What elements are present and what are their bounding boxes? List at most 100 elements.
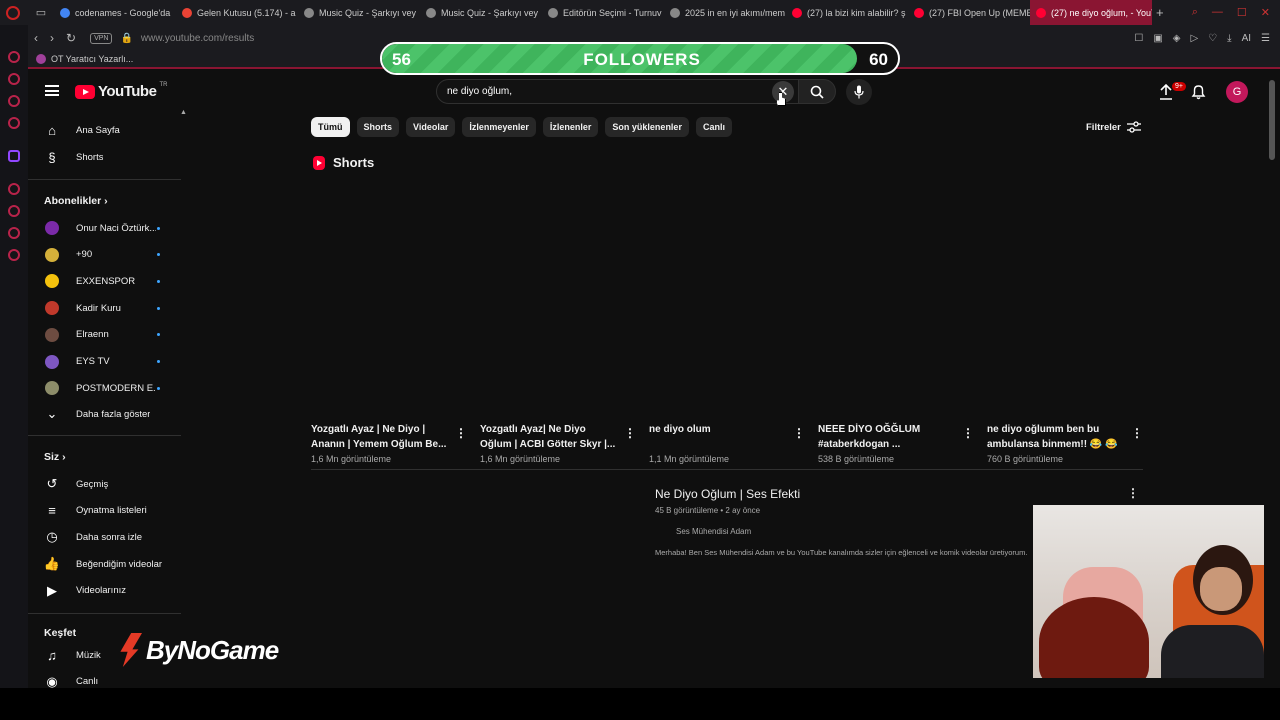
short-more-actions-icon[interactable]: ⋮ [962, 426, 974, 440]
tab-label: Editörün Seçimi - Turnuv [563, 7, 662, 18]
new-content-dot [157, 226, 160, 230]
ai-icon[interactable]: AI [1242, 33, 1251, 44]
twitch-icon[interactable] [8, 150, 20, 162]
guide-item-home[interactable]: ⌂ Ana Sayfa [28, 117, 181, 143]
history-rail-icon[interactable] [8, 205, 20, 217]
show-more-button[interactable]: ⌄ Daha fazla göster [28, 401, 181, 427]
subscription-label: Onur Naci Öztürk... [76, 222, 156, 234]
short-views: 1,6 Mn görüntüleme [480, 454, 561, 464]
guide-item[interactable]: ◉ Canlı [28, 669, 181, 688]
guide-item[interactable]: 👍 Beğendiğim videolar [28, 551, 181, 577]
page-scrollbar[interactable] [1269, 80, 1275, 160]
browser-tab[interactable]: Music Quiz - Şarkıyı vey [298, 0, 420, 25]
subscription-item[interactable]: Kadir Kuru [28, 295, 181, 321]
browser-tab[interactable]: (27) ne diyo oğlum, - YouT [1030, 0, 1152, 25]
browser-tab[interactable]: Music Quiz - Şarkıyı vey [420, 0, 542, 25]
sidebar-app-icon[interactable] [8, 227, 20, 239]
vpn-badge[interactable]: VPN [90, 32, 113, 44]
heart-icon[interactable]: ♡ [1208, 33, 1217, 44]
subscription-item[interactable]: +90 [28, 242, 181, 268]
guide-scroll-up-icon[interactable]: ▲ [180, 109, 187, 116]
opera-logo-icon[interactable] [6, 5, 20, 20]
guide-item[interactable]: ↺ Geçmiş [28, 471, 181, 497]
shorts-logo-icon [313, 155, 325, 170]
close-window-icon[interactable]: ✕ [1261, 6, 1270, 19]
browser-tab[interactable]: Gelen Kutusu (5.174) - a [176, 0, 298, 25]
minimize-icon[interactable]: — [1212, 6, 1223, 19]
account-avatar[interactable]: G [1226, 81, 1248, 103]
menu-icon[interactable]: ☰ [1261, 33, 1270, 44]
short-more-actions-icon[interactable]: ⋮ [624, 426, 636, 440]
browser-tab[interactable]: codenames - Google'da [54, 0, 176, 25]
snapshot-icon[interactable]: ▣ [1153, 33, 1162, 44]
guide-item[interactable]: ▶ Videolarınız [28, 578, 181, 604]
forward-icon[interactable]: › [50, 31, 54, 45]
bookmark-item[interactable]: OT Yaratıcı Yazarlı... [51, 54, 133, 64]
filter-chip[interactable]: İzlenmeyenler [462, 117, 536, 137]
short-card[interactable]: ne diyo olum 1,1 Mn görüntüleme ⋮ [649, 422, 809, 464]
short-card[interactable]: ne diyo oğlumm ben bu ambulansa binmem!!… [987, 422, 1147, 464]
subscriptions-heading[interactable]: Abonelikler › [44, 195, 108, 207]
shield-icon[interactable]: ◈ [1173, 33, 1181, 44]
maximize-icon[interactable]: ☐ [1237, 6, 1247, 19]
video-more-actions-icon[interactable]: ⋮ [1127, 486, 1139, 500]
subscription-item[interactable]: Elraenn [28, 322, 181, 348]
filter-chip[interactable]: Son yüklenenler [605, 117, 689, 137]
filter-chip[interactable]: Canlı [695, 117, 732, 137]
notifications-button[interactable] [1188, 82, 1208, 102]
bookmark-icon[interactable]: ☐ [1134, 33, 1143, 44]
short-title[interactable]: Yozgatlı Ayaz| Ne Diyo Oğlum | ACBI Gött… [480, 422, 618, 452]
sidebar-app-icon[interactable] [8, 183, 20, 195]
new-tab-button[interactable]: + [1156, 5, 1164, 20]
subscription-item[interactable]: EYS TV [28, 349, 181, 375]
tab-favicon-icon [182, 7, 192, 18]
sidebar-app-icon[interactable] [8, 73, 20, 85]
short-card[interactable]: Yozgatlı Ayaz | Ne Diyo | Ananın | Yemem… [311, 422, 471, 464]
short-more-actions-icon[interactable]: ⋮ [455, 426, 467, 440]
youtube-logo[interactable]: YouTube TR [75, 82, 167, 100]
back-icon[interactable]: ‹ [34, 31, 38, 45]
search-tabs-icon[interactable]: ⌕ [1192, 6, 1198, 19]
filter-chip[interactable]: İzlenenler [542, 117, 599, 137]
workspaces-icon[interactable]: ▭ [34, 6, 48, 20]
search-input[interactable]: ne diyo oğlum, [436, 79, 822, 104]
sidebar-app-icon[interactable] [8, 95, 20, 107]
short-more-actions-icon[interactable]: ⋮ [793, 426, 805, 440]
you-heading[interactable]: Siz › [44, 451, 66, 463]
sidebar-app-icon[interactable] [8, 51, 20, 63]
short-title[interactable]: ne diyo olum [649, 422, 787, 452]
browser-tab[interactable]: Editörün Seçimi - Turnuv [542, 0, 664, 25]
reload-icon[interactable]: ↻ [66, 31, 76, 45]
guide-item[interactable]: ◷ Daha sonra izle [28, 524, 181, 550]
browser-tab[interactable]: (27) la bizi kim alabilir? ş [786, 0, 908, 25]
guide-item-shorts[interactable]: § Shorts [28, 144, 181, 170]
subscription-item[interactable]: POSTMODERN E... [28, 375, 181, 401]
subscription-item[interactable]: EXXENSPOR [28, 268, 181, 294]
player-icon[interactable]: ▷ [1190, 33, 1198, 44]
short-views: 538 B görüntüleme [818, 454, 895, 464]
short-title[interactable]: Yozgatlı Ayaz | Ne Diyo | Ananın | Yemem… [311, 422, 449, 452]
short-more-actions-icon[interactable]: ⋮ [1131, 426, 1143, 440]
guide-menu-icon[interactable] [45, 85, 59, 96]
guide-item[interactable]: ≡ Oynatma listeleri [28, 498, 181, 524]
subscription-item[interactable]: Onur Naci Öztürk... [28, 215, 181, 241]
search-button[interactable] [798, 79, 836, 104]
voice-search-button[interactable] [846, 79, 872, 105]
video-title[interactable]: Ne Diyo Oğlum | Ses Efekti [655, 487, 1135, 501]
url-text[interactable]: www.youtube.com/results [141, 33, 254, 44]
sidebar-app-icon[interactable] [8, 117, 20, 129]
short-card[interactable]: Yozgatlı Ayaz| Ne Diyo Oğlum | ACBI Gött… [480, 422, 640, 464]
short-card[interactable]: NEEE DİYO OĞĞLUM #ataberkdogan ... 538 B … [818, 422, 978, 464]
short-title[interactable]: ne diyo oğlumm ben bu ambulansa binmem!!… [987, 422, 1125, 452]
browser-tab[interactable]: (27) FBI Open Up (MEME [908, 0, 1030, 25]
browser-tab[interactable]: 2025 in en iyi akımı/mem [664, 0, 786, 25]
settings-rail-icon[interactable] [8, 249, 20, 261]
filters-button[interactable]: Filtreler [1086, 121, 1141, 133]
filter-chip[interactable]: Shorts [356, 117, 400, 137]
filter-chip[interactable]: Videolar [406, 117, 456, 137]
download-icon[interactable]: ⤓ [1227, 33, 1231, 44]
tab-label: codenames - Google'da [75, 7, 171, 18]
channel-avatar [45, 354, 59, 369]
filter-chip[interactable]: Tümü [311, 117, 350, 137]
short-title[interactable]: NEEE DİYO OĞĞLUM #ataberkdogan ... [818, 422, 956, 452]
